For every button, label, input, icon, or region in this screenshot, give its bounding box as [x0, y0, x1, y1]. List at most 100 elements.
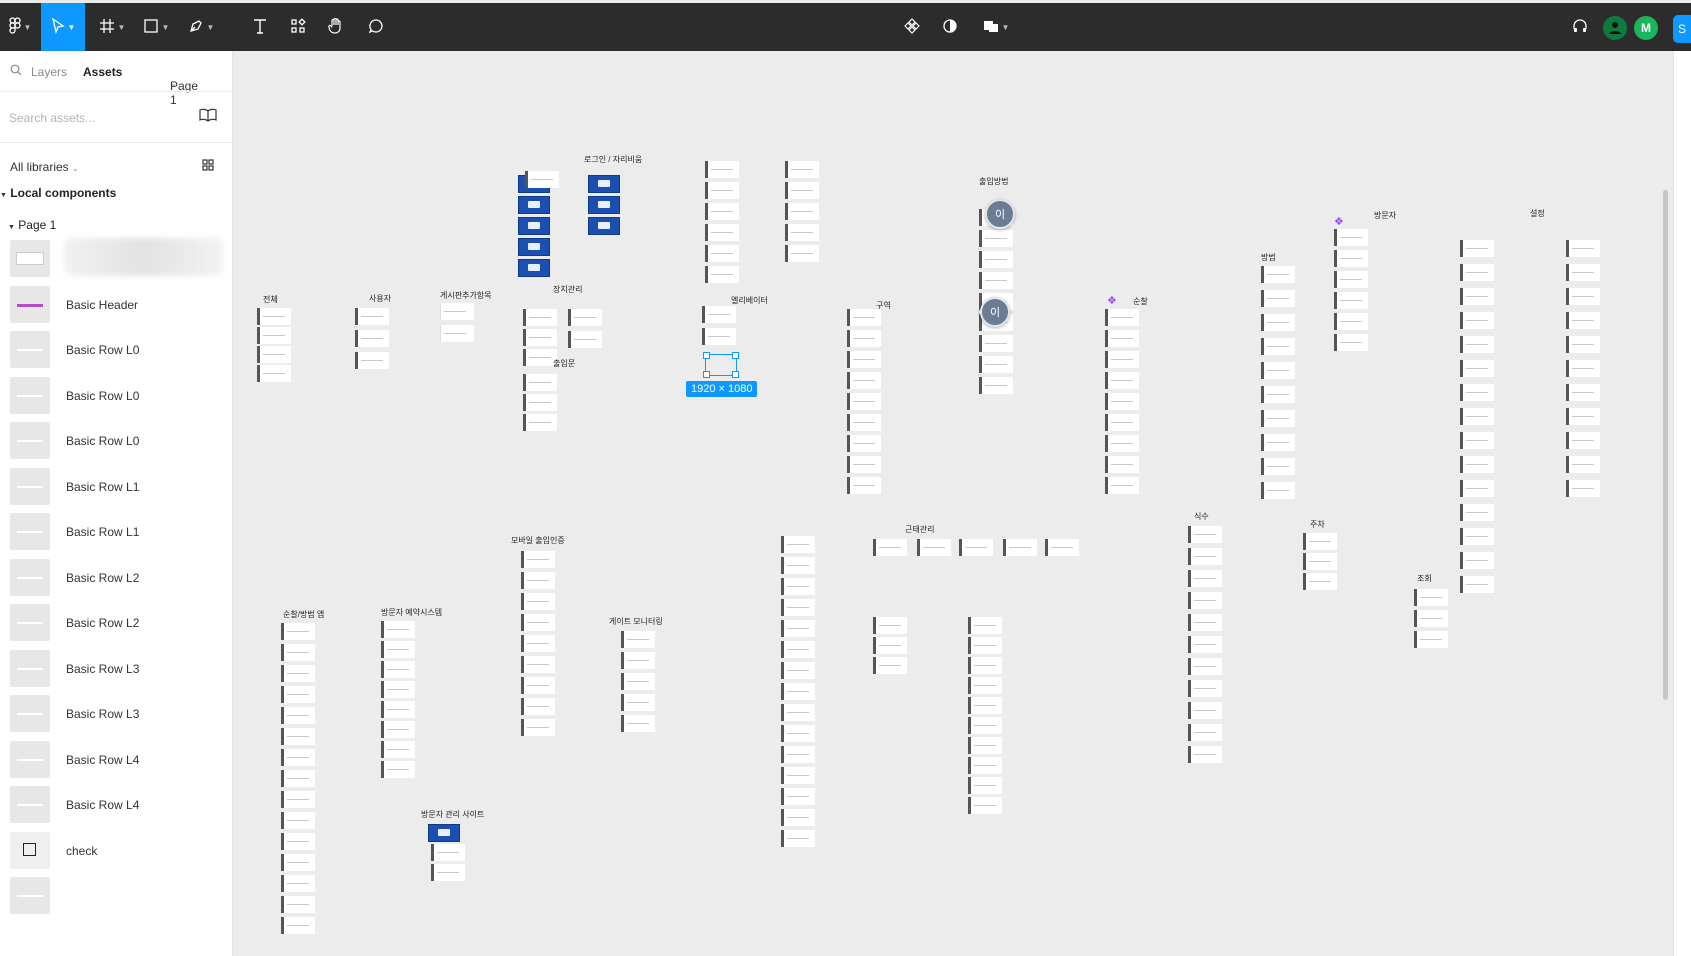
canvas-frame-thumbnail[interactable] [281, 917, 315, 934]
canvas-frame-thumbnail[interactable] [705, 266, 739, 283]
canvas-frame-thumbnail[interactable] [281, 875, 315, 892]
component-item[interactable]: check [0, 826, 232, 875]
canvas-frame-thumbnail[interactable] [1566, 240, 1600, 257]
canvas-frame-thumbnail[interactable] [588, 175, 620, 193]
canvas-frame-thumbnail[interactable] [1003, 539, 1037, 556]
canvas-frame-thumbnail[interactable] [847, 330, 881, 347]
canvas-frame-thumbnail[interactable] [847, 393, 881, 410]
canvas-frame-thumbnail[interactable] [979, 335, 1013, 352]
canvas-frame-thumbnail[interactable] [1460, 576, 1494, 593]
canvas-frame-thumbnail[interactable] [968, 717, 1002, 734]
canvas-frame-thumbnail[interactable] [847, 414, 881, 431]
component-item[interactable]: Basic Row L1 [0, 507, 232, 556]
canvas-frame-thumbnail[interactable] [381, 681, 415, 698]
canvas-frame-thumbnail[interactable] [968, 617, 1002, 634]
canvas-frame-thumbnail[interactable] [781, 536, 815, 553]
hand-tool-button[interactable] [322, 3, 350, 51]
canvas-frame-thumbnail[interactable] [1566, 264, 1600, 281]
share-button[interactable]: S [1673, 15, 1691, 43]
canvas-frame-thumbnail[interactable] [1188, 680, 1222, 697]
canvas-frame-thumbnail[interactable] [1460, 552, 1494, 569]
canvas-frame-thumbnail[interactable] [847, 372, 881, 389]
component-item[interactable]: Basic Row L0 [0, 371, 232, 420]
canvas-frame-thumbnail[interactable] [1566, 288, 1600, 305]
resize-handle[interactable] [703, 371, 710, 378]
canvas-frame-thumbnail[interactable] [1188, 724, 1222, 741]
canvas-frame-thumbnail[interactable] [1460, 480, 1494, 497]
canvas-frame-thumbnail[interactable] [781, 704, 815, 721]
canvas-frame-thumbnail[interactable] [1261, 434, 1295, 451]
component-item[interactable]: Basic Row L2 [0, 598, 232, 647]
canvas-frame-thumbnail[interactable] [281, 665, 315, 682]
canvas-frame-thumbnail[interactable] [785, 161, 819, 178]
canvas-frame-thumbnail[interactable] [705, 161, 739, 178]
canvas-frame-thumbnail[interactable] [873, 617, 907, 634]
canvas-vertical-scrollbar[interactable] [1663, 190, 1668, 700]
canvas-frame-thumbnail[interactable] [1188, 636, 1222, 653]
canvas-frame-thumbnail[interactable] [873, 637, 907, 654]
group-label-all[interactable]: 전체 [263, 294, 278, 305]
group-label-visitor[interactable]: 방문자 [1374, 210, 1396, 221]
canvas-frame-thumbnail[interactable] [1334, 250, 1368, 267]
canvas-frame-thumbnail[interactable] [785, 203, 819, 220]
group-label-user[interactable]: 사용자 [369, 293, 391, 304]
canvas-frame-thumbnail[interactable] [785, 224, 819, 241]
canvas-frame-thumbnail[interactable] [1303, 573, 1337, 590]
canvas-frame-thumbnail[interactable] [1261, 314, 1295, 331]
group-label-gate-monitoring[interactable]: 게이트 모니터링 [609, 616, 663, 627]
canvas-frame-thumbnail[interactable] [440, 303, 474, 320]
canvas-frame-thumbnail[interactable] [781, 830, 815, 847]
canvas-frame-thumbnail[interactable] [521, 719, 555, 736]
all-libraries-dropdown[interactable]: All libraries ⌄ [10, 160, 79, 174]
canvas-frame-thumbnail[interactable] [1460, 264, 1494, 281]
canvas-frame-thumbnail[interactable] [1105, 414, 1139, 431]
canvas-frame-thumbnail[interactable] [381, 661, 415, 678]
canvas-frame-thumbnail[interactable] [523, 329, 557, 346]
canvas-frame-thumbnail[interactable] [1261, 266, 1295, 283]
canvas-frame-thumbnail[interactable] [781, 557, 815, 574]
resize-handle[interactable] [732, 352, 739, 359]
canvas-frame-thumbnail[interactable] [518, 217, 550, 235]
canvas-frame-thumbnail[interactable] [281, 644, 315, 661]
user-avatar-m[interactable]: M [1634, 16, 1658, 40]
canvas-frame-thumbnail[interactable] [1566, 360, 1600, 377]
group-label-patrol[interactable]: 순찰 [1133, 296, 1148, 307]
canvas-frame-thumbnail[interactable] [781, 578, 815, 595]
canvas-frame-thumbnail[interactable] [1566, 480, 1600, 497]
canvas-frame-thumbnail[interactable] [381, 621, 415, 638]
canvas-frame-thumbnail[interactable] [521, 635, 555, 652]
component-item[interactable]: Basic Row L2 [0, 553, 232, 602]
canvas-frame-thumbnail[interactable] [979, 272, 1013, 289]
group-label-elevator[interactable]: 엘리베이터 [731, 295, 768, 306]
canvas-frame-thumbnail[interactable] [1188, 746, 1222, 763]
canvas-frame-thumbnail[interactable] [1334, 229, 1368, 246]
canvas-frame-thumbnail[interactable] [959, 539, 993, 556]
canvas-frame-thumbnail[interactable] [1414, 631, 1448, 648]
canvas-frame-thumbnail[interactable] [1045, 539, 1079, 556]
move-tool-button[interactable]: ▼ [41, 3, 85, 51]
canvas-frame-thumbnail[interactable] [281, 770, 315, 787]
canvas-frame-thumbnail[interactable] [621, 715, 655, 732]
canvas-frame-thumbnail[interactable] [785, 245, 819, 262]
canvas-frame-thumbnail[interactable] [281, 728, 315, 745]
canvas-frame-thumbnail[interactable] [621, 694, 655, 711]
group-label-login[interactable]: 로그인 / 자리비움 [584, 154, 642, 165]
canvas-frame-thumbnail[interactable] [1566, 456, 1600, 473]
canvas-frame-thumbnail[interactable] [281, 623, 315, 640]
canvas-frame-thumbnail[interactable] [781, 662, 815, 679]
canvas-frame-thumbnail[interactable] [523, 394, 557, 411]
canvas-frame-thumbnail[interactable] [873, 657, 907, 674]
canvas-frame-thumbnail[interactable] [1566, 384, 1600, 401]
canvas-frame-thumbnail[interactable] [381, 701, 415, 718]
canvas-frame-thumbnail[interactable] [1261, 290, 1295, 307]
canvas-frame-thumbnail[interactable] [1261, 386, 1295, 403]
mask-tool-button[interactable] [936, 3, 964, 51]
component-tool-button[interactable] [898, 3, 926, 51]
shape-tool-button[interactable]: ▼ [138, 3, 174, 51]
search-assets-input[interactable]: Search assets... [9, 111, 95, 125]
canvas-frame-thumbnail[interactable] [1566, 336, 1600, 353]
tab-layers[interactable]: Layers [31, 65, 67, 79]
collaborator-cursor-bubble[interactable]: 이 [985, 199, 1015, 229]
local-components-header[interactable]: ▼ Local components [0, 186, 116, 200]
group-label-room[interactable]: 방범 [1261, 252, 1276, 263]
